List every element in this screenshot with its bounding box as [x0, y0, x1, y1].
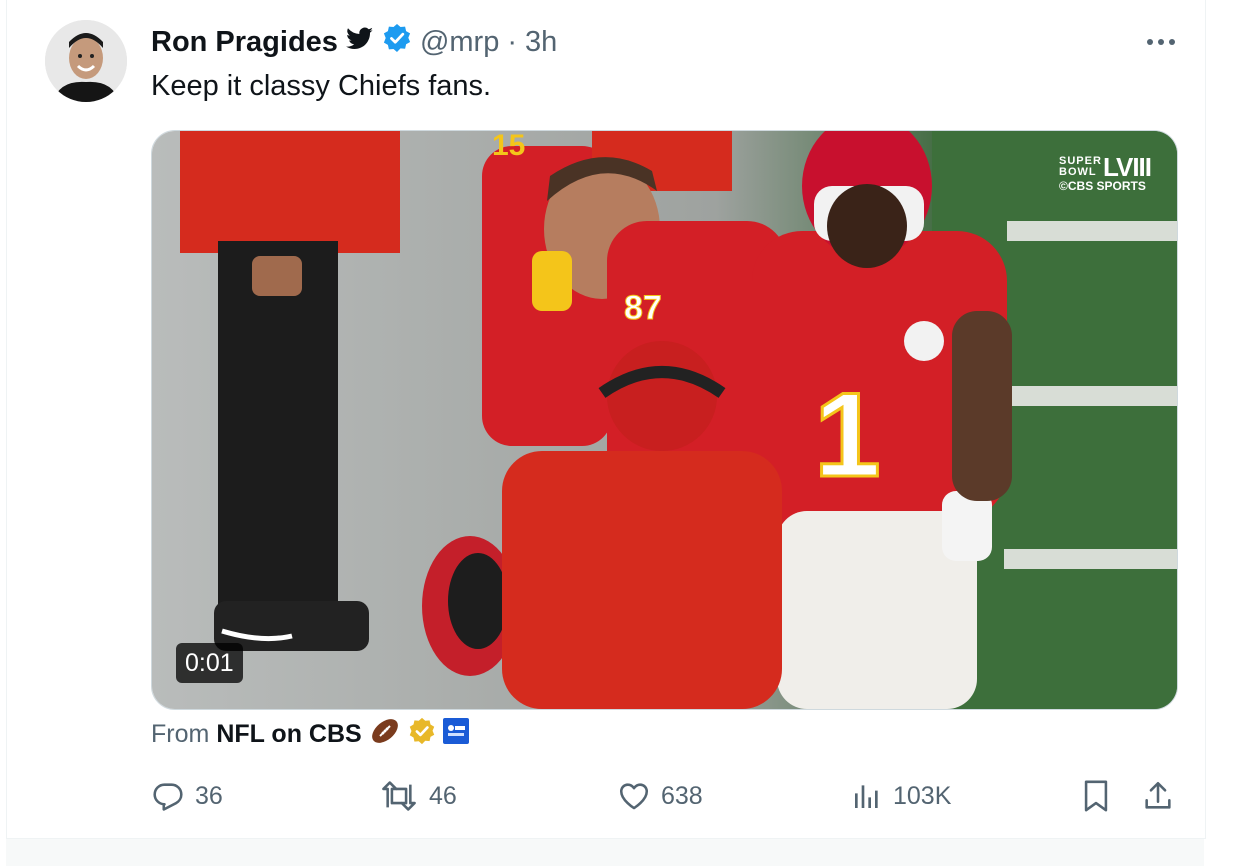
- logo-cbs-sports-text: ©CBS SPORTS: [1059, 179, 1146, 193]
- tweet-header: Ron Pragides @mrp · 3h: [151, 22, 557, 62]
- video-player[interactable]: 15 87 1 SUPER BOWL LVIII ©CBS SPORTS 0:0…: [151, 130, 1178, 710]
- tweet-actions-bar: 36 46 638 103K: [151, 776, 1181, 816]
- tweet-timestamp[interactable]: 3h: [525, 26, 557, 59]
- more-options-button[interactable]: [1141, 22, 1181, 62]
- retweet-icon: [382, 781, 416, 811]
- reply-icon: [153, 783, 183, 811]
- cbs-sports-affiliate-icon: [442, 717, 469, 751]
- share-upload-icon: [1145, 781, 1171, 809]
- source-name-link[interactable]: NFL on CBS: [216, 720, 361, 749]
- bookmark-icon: [1084, 780, 1108, 812]
- tweet-card[interactable]: Ron Pragides @mrp · 3h Keep it classy Ch…: [6, 0, 1206, 839]
- media-source-attribution: From NFL on CBS: [151, 716, 469, 752]
- analytics-bars-icon: [855, 785, 878, 808]
- tweet-text: Keep it classy Chiefs fans.: [151, 70, 492, 102]
- reply-count: 36: [195, 781, 223, 810]
- timeline-divider: [6, 839, 1204, 866]
- jersey-number-87: 87: [624, 289, 662, 327]
- twitter-bird-icon: [345, 26, 374, 59]
- gold-verified-badge-icon: [408, 717, 436, 752]
- like-count: 638: [661, 781, 703, 810]
- super-bowl-cbs-logo: SUPER BOWL LVIII ©CBS SPORTS: [1059, 152, 1152, 193]
- retweet-button[interactable]: 46: [379, 776, 457, 816]
- share-button[interactable]: [1141, 776, 1175, 816]
- like-button[interactable]: 638: [617, 776, 703, 816]
- view-count: 103K: [893, 781, 952, 810]
- avatar-photo: [45, 20, 127, 102]
- football-icon: [369, 715, 401, 754]
- jersey-number-15: 15: [492, 131, 525, 162]
- reply-button[interactable]: 36: [151, 776, 223, 816]
- separator-dot: ·: [507, 25, 517, 58]
- video-frame: 15 87 1: [152, 131, 1177, 709]
- video-timestamp: 0:01: [176, 643, 243, 683]
- source-prefix: From: [151, 719, 210, 748]
- heart-icon: [619, 783, 649, 810]
- author-name[interactable]: Ron Pragides: [151, 26, 338, 59]
- retweet-count: 46: [429, 781, 457, 810]
- bookmark-button[interactable]: [1081, 776, 1111, 816]
- logo-lviii-text: LVIII: [1103, 152, 1152, 182]
- ellipsis-icon: [1147, 39, 1175, 45]
- author-handle[interactable]: @mrp: [420, 26, 499, 59]
- views-button[interactable]: 103K: [851, 776, 951, 816]
- avatar[interactable]: [45, 20, 127, 102]
- verified-badge-icon[interactable]: [382, 23, 412, 61]
- logo-super-bowl-text: SUPER BOWL: [1059, 155, 1102, 178]
- jersey-number-1: 1: [814, 368, 881, 502]
